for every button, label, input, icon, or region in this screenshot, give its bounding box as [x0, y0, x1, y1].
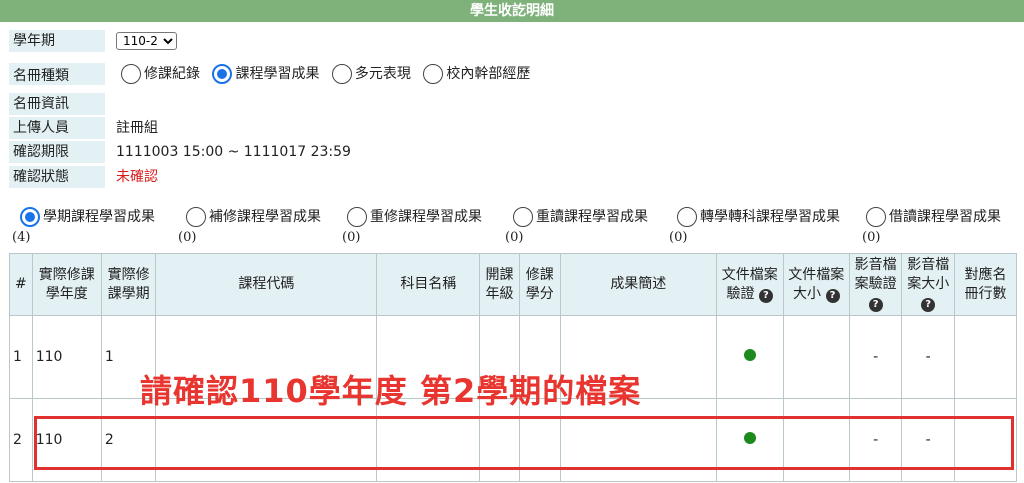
help-icon[interactable]: ?	[825, 288, 840, 303]
col-doc-size: 文件檔案大小 ?	[782, 253, 850, 316]
row-media-size: -	[901, 315, 956, 399]
radio-icon[interactable]	[423, 64, 444, 84]
radio-icon[interactable]	[121, 64, 141, 84]
tab-count: (0)	[178, 230, 197, 245]
col-roster-lines: 對應名冊行數	[954, 253, 1017, 316]
row-num: 1	[9, 315, 33, 399]
status-value: 未確認	[116, 169, 158, 185]
col-media-size: 影音檔案大小 ?	[901, 253, 956, 316]
tab-count: (0)	[862, 230, 881, 245]
annotation-text: 請確認110學年度 第2學期的檔案	[140, 372, 642, 410]
row-media-verify: -	[848, 315, 903, 399]
deadline-value: 1111003 15:00 ~ 1111017 23:59	[116, 144, 351, 160]
roster-type-label: 名冊種類	[9, 63, 105, 85]
deadline-label: 確認期限	[9, 141, 105, 163]
uploader-label: 上傳人員	[9, 117, 105, 139]
roster-info-label: 名冊資訊	[9, 93, 105, 115]
col-grade: 開課年級	[479, 253, 520, 316]
roster-option-learning-results[interactable]: 課程學習成果	[212, 61, 319, 87]
help-icon[interactable]: ?	[921, 298, 936, 312]
col-summary: 成果簡述	[559, 253, 717, 316]
roster-option-course-record[interactable]: 修課紀錄	[121, 61, 200, 87]
row-doc-verify	[715, 315, 784, 399]
radio-icon[interactable]	[331, 64, 352, 84]
help-icon[interactable]: ?	[758, 288, 773, 303]
col-subject: 科目名稱	[376, 253, 481, 316]
col-course-code: 課程代碼	[155, 253, 378, 316]
radio-icon[interactable]	[866, 207, 886, 227]
col-credits: 修課學分	[518, 253, 561, 316]
verified-dot-icon	[743, 349, 756, 361]
col-term: 實際修課學期	[100, 253, 157, 316]
radio-checked-icon[interactable]	[20, 207, 40, 227]
year-label: 學年期	[9, 30, 105, 52]
page-title: 學生收訖明細	[0, 0, 1024, 22]
tab-count: (4)	[12, 230, 31, 245]
tab-count: (0)	[669, 230, 688, 245]
row-roster-lines	[954, 315, 1017, 399]
col-doc-verify: 文件檔案驗證 ?	[715, 253, 784, 316]
radio-icon[interactable]	[347, 207, 367, 227]
radio-checked-icon[interactable]	[212, 64, 233, 84]
col-num: #	[9, 253, 33, 316]
row-doc-size	[782, 315, 850, 399]
highlight-box	[34, 416, 1014, 470]
radio-icon[interactable]	[513, 207, 533, 227]
tab-borrow-results[interactable]: 借讀課程學習成果	[866, 206, 1001, 227]
tab-count: (0)	[505, 230, 524, 245]
radio-icon[interactable]	[186, 207, 206, 227]
year-select[interactable]: 110-2	[116, 32, 177, 50]
row-num: 2	[9, 398, 33, 482]
tab-transfer-results[interactable]: 轉學轉科課程學習成果	[677, 206, 840, 227]
uploader-value: 註冊組	[116, 120, 158, 136]
tab-retake-results[interactable]: 重修課程學習成果	[347, 206, 482, 227]
help-icon[interactable]: ?	[868, 298, 883, 312]
row-year: 110	[31, 315, 102, 399]
tab-semester-results[interactable]: 學期課程學習成果	[20, 206, 155, 227]
radio-icon[interactable]	[677, 207, 697, 227]
col-year: 實際修課學年度	[31, 253, 102, 316]
roster-option-cadre-experience[interactable]: 校內幹部經歷	[423, 61, 530, 87]
status-label: 確認狀態	[9, 166, 105, 188]
table-header-row: # 實際修課學年度 實際修課學期 課程代碼 科目名稱 開課年級 修課學分 成果簡…	[9, 253, 1017, 316]
roster-option-diverse-performance[interactable]: 多元表現	[331, 61, 411, 87]
tab-makeup-results[interactable]: 補修課程學習成果	[186, 206, 321, 227]
col-media-verify: 影音檔案驗證 ?	[848, 253, 903, 316]
tab-repeat-results[interactable]: 重讀課程學習成果	[513, 206, 648, 227]
tab-count: (0)	[342, 230, 361, 245]
